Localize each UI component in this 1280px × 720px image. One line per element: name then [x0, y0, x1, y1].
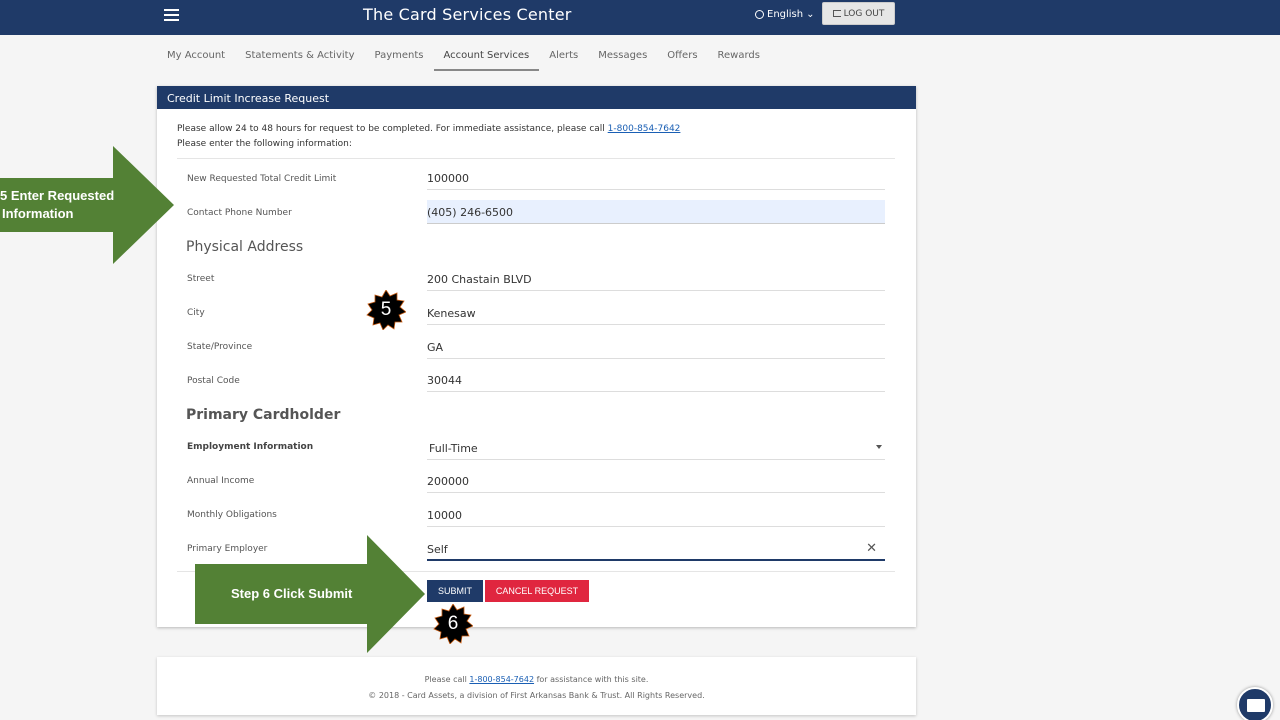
language-selector[interactable]: English ⌄	[755, 9, 815, 20]
form-title: Credit Limit Increase Request	[157, 86, 916, 109]
city-label: City	[187, 308, 205, 318]
state-input[interactable]: GA	[427, 335, 885, 359]
footer-text-suffix: for assistance with this site.	[536, 675, 649, 684]
state-label: State/Province	[187, 342, 253, 352]
street-input[interactable]: 200 Chastain BLVD	[427, 267, 885, 291]
tab-offers[interactable]: Offers	[657, 40, 707, 71]
footer: Please call 1-800-854-7642 for assistanc…	[157, 657, 916, 715]
envelope-icon	[1247, 699, 1265, 712]
street-label: Street	[187, 274, 215, 284]
clear-icon[interactable]: ✕	[866, 541, 877, 556]
sign-out-icon	[832, 10, 841, 17]
step5-text-line1: 5 Enter Requested	[0, 188, 115, 203]
employment-select[interactable]: Full-Time	[427, 436, 885, 460]
annual-income-input[interactable]: 200000	[427, 469, 885, 493]
monthly-obligations-label: Monthly Obligations	[187, 510, 277, 520]
submit-button[interactable]: SUBMIT	[427, 580, 483, 602]
physical-address-heading: Physical Address	[186, 239, 304, 255]
copyright: © 2018 - Card Assets, a division of Firs…	[368, 691, 705, 700]
language-label: English	[767, 9, 804, 20]
monthly-obligations-input[interactable]: 10000	[427, 503, 885, 527]
footer-text: Please call	[424, 675, 467, 684]
step6-annotation-text: Step 6 Click Submit	[231, 586, 353, 601]
main-nav: My Account Statements & Activity Payment…	[157, 40, 770, 71]
postal-code-input[interactable]: 30044	[427, 368, 885, 392]
city-input[interactable]: Kenesaw	[427, 301, 885, 325]
top-bar: The Card Services Center English ⌄ LOG O…	[0, 0, 1280, 35]
site-title: The Card Services Center	[363, 5, 572, 24]
chat-button[interactable]	[1237, 687, 1273, 720]
step5-annotation-text: 5 Enter Requested Information	[0, 187, 125, 223]
form-instructions: Please allow 24 to 48 hours for request …	[177, 122, 680, 152]
phone-link[interactable]: 1-800-854-7642	[608, 124, 681, 134]
footer-phone-link[interactable]: 1-800-854-7642	[469, 675, 534, 684]
employment-label: Employment Information	[187, 442, 314, 452]
credit-limit-label: New Requested Total Credit Limit	[187, 174, 337, 184]
globe-icon	[755, 10, 764, 19]
postal-code-label: Postal Code	[187, 376, 240, 386]
tab-account-services[interactable]: Account Services	[433, 40, 540, 71]
tab-alerts[interactable]: Alerts	[539, 40, 588, 71]
tab-rewards[interactable]: Rewards	[708, 40, 770, 71]
tab-my-account[interactable]: My Account	[157, 40, 235, 71]
logout-button[interactable]: LOG OUT	[822, 2, 895, 25]
employment-value: Full-Time	[429, 442, 478, 455]
primary-cardholder-heading: Primary Cardholder	[186, 407, 341, 423]
hamburger-menu-icon[interactable]	[164, 9, 179, 21]
primary-employer-value: Self	[427, 543, 448, 556]
contact-phone-input[interactable]: (405) 246-6500	[427, 200, 885, 224]
tab-payments[interactable]: Payments	[365, 40, 434, 71]
step5-text-line2: Information	[2, 206, 74, 221]
instructions-text-2: Please enter the following information:	[177, 139, 352, 149]
caret-down-icon	[876, 445, 882, 449]
divider	[177, 158, 895, 159]
logout-label: LOG OUT	[843, 8, 885, 19]
step5-badge: 5	[380, 299, 392, 320]
annual-income-label: Annual Income	[187, 476, 255, 486]
primary-employer-input[interactable]: Self ✕	[427, 537, 885, 561]
credit-limit-input[interactable]: 100000	[427, 166, 885, 190]
tab-messages[interactable]: Messages	[588, 40, 657, 71]
contact-phone-label: Contact Phone Number	[187, 208, 292, 218]
step6-badge: 6	[447, 613, 459, 634]
instructions-text: Please allow 24 to 48 hours for request …	[177, 124, 605, 134]
cancel-request-button[interactable]: CANCEL REQUEST	[485, 580, 589, 602]
chevron-down-icon: ⌄	[806, 9, 815, 20]
tab-statements-activity[interactable]: Statements & Activity	[235, 40, 364, 71]
